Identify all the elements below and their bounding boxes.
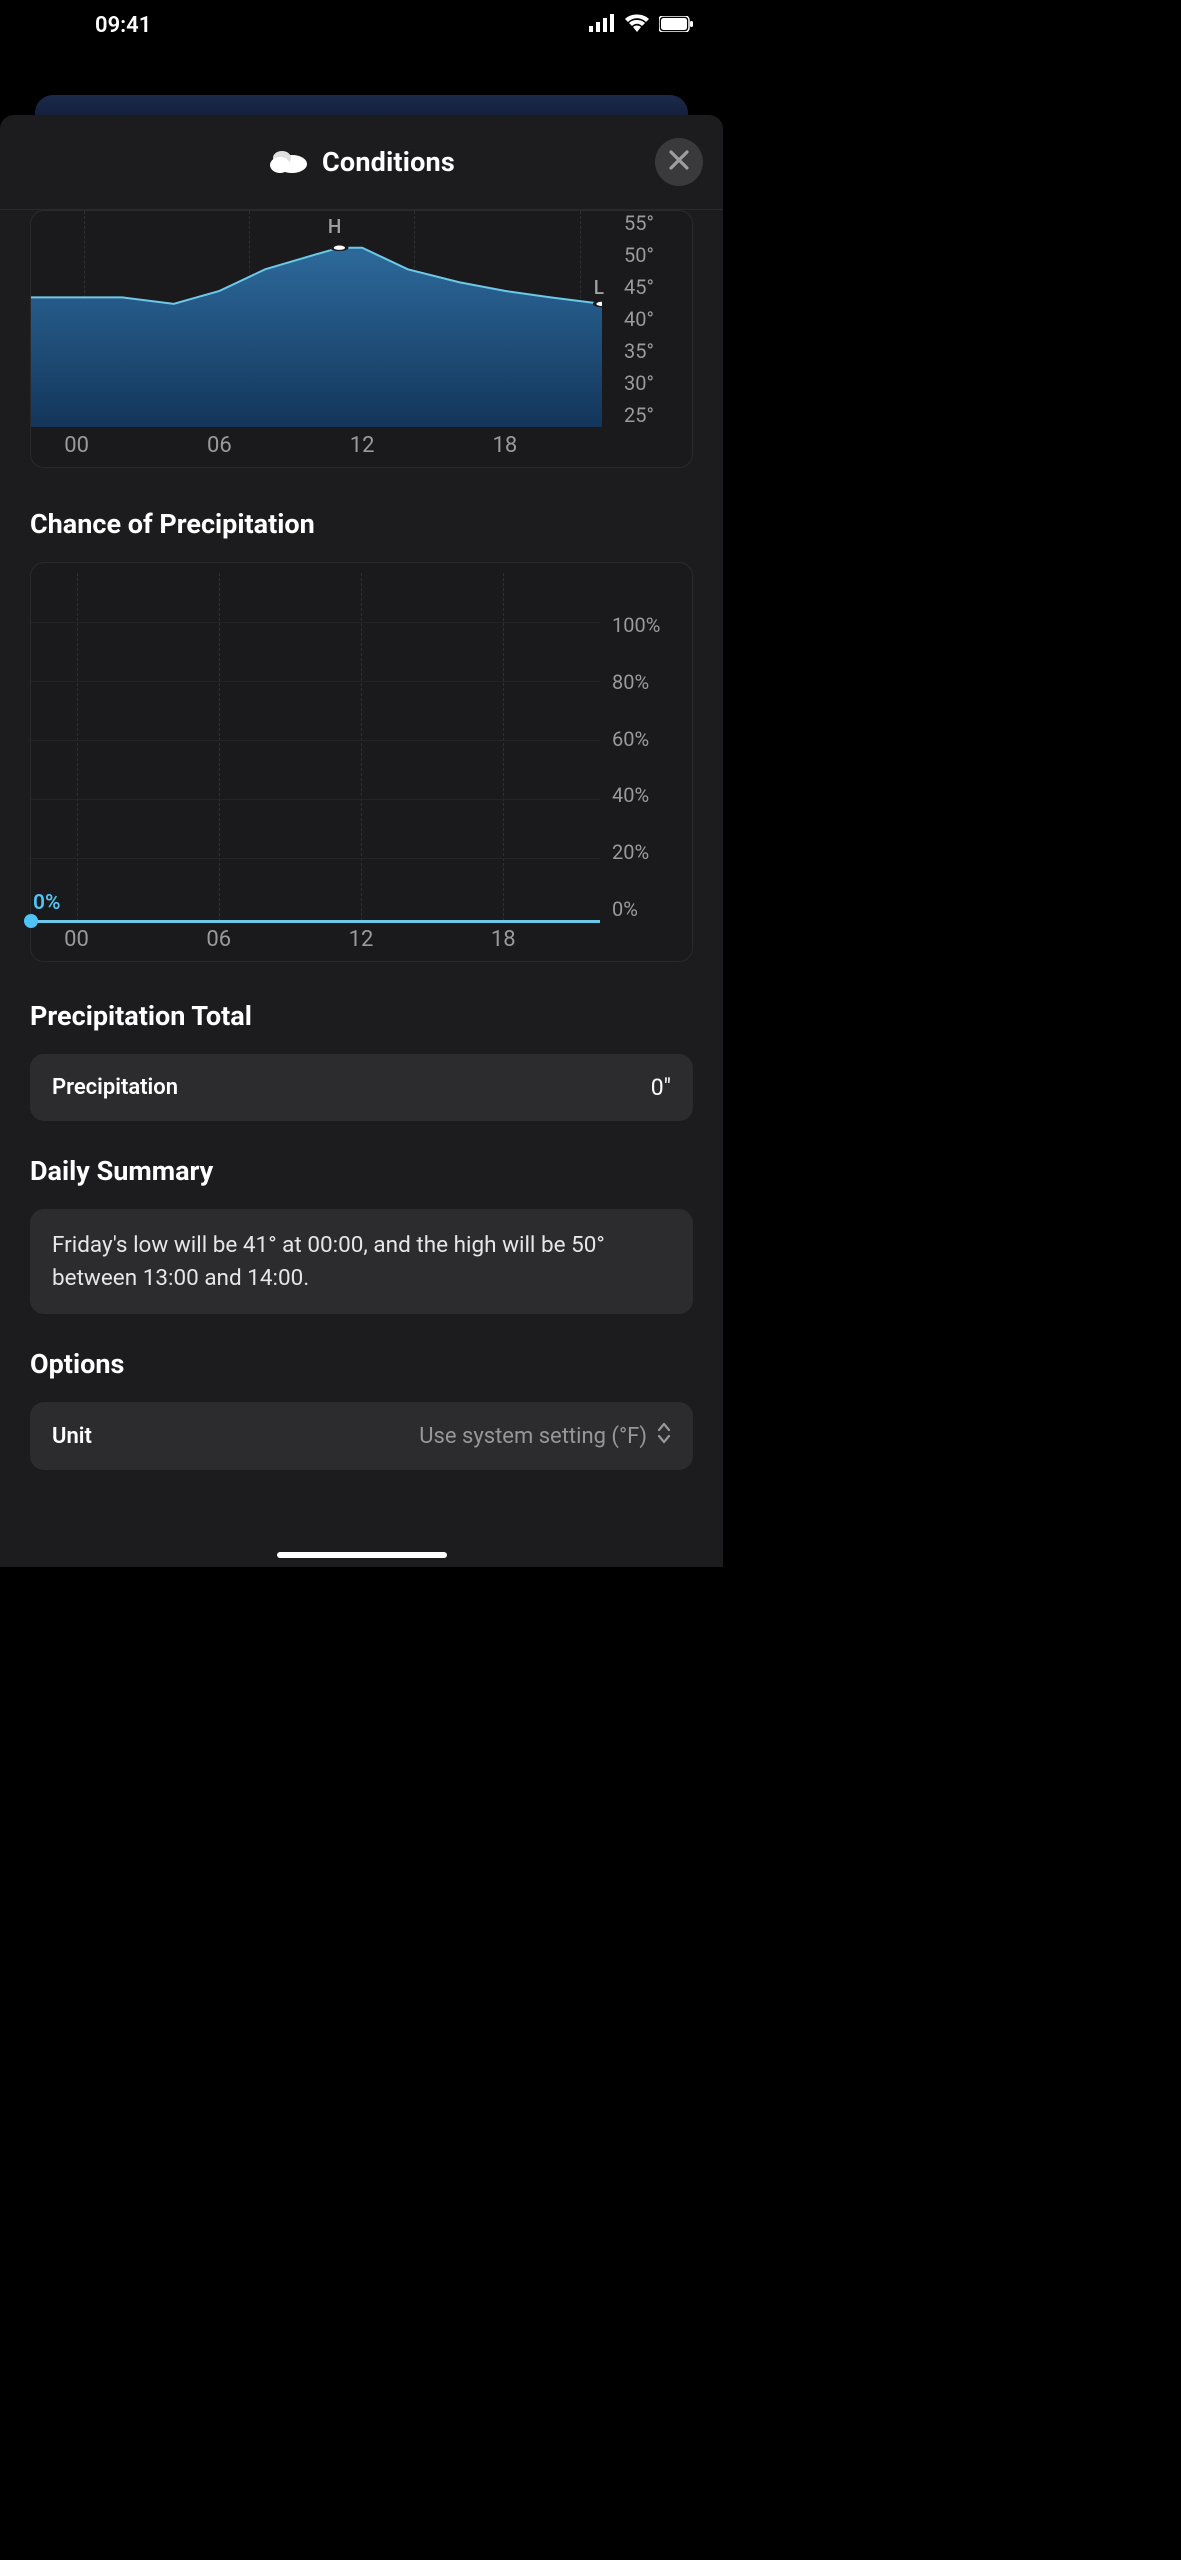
- precip-chance-chart[interactable]: 0% 100% 80% 60% 40% 20% 0% 00 06 12 18: [30, 562, 693, 962]
- status-indicators: [589, 13, 693, 38]
- temperature-x-axis: 00 06 12 18: [31, 433, 602, 463]
- axis-tick: 50°: [624, 243, 682, 267]
- axis-tick: 18: [493, 433, 518, 458]
- axis-tick: 80%: [612, 670, 682, 694]
- precip-chance-title: Chance of Precipitation: [30, 508, 693, 540]
- wifi-icon: [625, 13, 649, 38]
- axis-tick: 06: [207, 433, 232, 458]
- daily-summary-text: Friday's low will be 41° at 00:00, and t…: [52, 1229, 671, 1294]
- options-card: Unit Use system setting (°F): [30, 1402, 693, 1470]
- daily-summary-card: Friday's low will be 41° at 00:00, and t…: [30, 1209, 693, 1314]
- options-title: Options: [30, 1348, 693, 1380]
- axis-tick: 00: [64, 927, 89, 952]
- precip-total-card: Precipitation 0": [30, 1054, 693, 1121]
- axis-tick: 20%: [612, 840, 682, 864]
- cloud-icon: [268, 146, 308, 178]
- axis-tick: 0%: [612, 897, 682, 921]
- precip-point-label: 0%: [33, 891, 61, 915]
- precip-total-title: Precipitation Total: [30, 1000, 693, 1032]
- status-time: 09:41: [95, 13, 151, 38]
- axis-tick: 45°: [624, 275, 682, 299]
- unit-value-wrap: Use system setting (°F): [419, 1422, 671, 1450]
- precip-total-label: Precipitation: [52, 1075, 178, 1100]
- low-marker-label: L: [594, 276, 604, 299]
- close-icon: [669, 150, 689, 174]
- sheet-title-wrap: Conditions: [268, 146, 455, 178]
- axis-tick: 40%: [612, 783, 682, 807]
- axis-tick: 12: [350, 433, 375, 458]
- precip-y-axis: 100% 80% 60% 40% 20% 0%: [612, 613, 682, 921]
- precip-total-value: 0": [651, 1074, 671, 1101]
- chevron-up-down-icon: [657, 1422, 671, 1450]
- sheet-header: Conditions: [0, 115, 723, 210]
- axis-tick: 35°: [624, 339, 682, 363]
- sheet-title: Conditions: [322, 146, 455, 178]
- axis-tick: 06: [206, 927, 231, 952]
- axis-tick: 25°: [624, 403, 682, 427]
- temperature-plot: H L: [31, 211, 602, 427]
- axis-tick: 18: [491, 927, 516, 952]
- daily-summary-title: Daily Summary: [30, 1155, 693, 1187]
- precip-point: [24, 914, 38, 928]
- unit-value: Use system setting (°F): [419, 1424, 647, 1449]
- home-indicator[interactable]: [277, 1552, 447, 1558]
- axis-tick: 55°: [624, 211, 682, 235]
- precip-line: [31, 920, 600, 923]
- precip-plot: 0%: [31, 573, 600, 921]
- temperature-chart[interactable]: H L 55° 50° 45° 40° 35° 30° 25° 00 06 12…: [30, 210, 693, 468]
- axis-tick: 12: [349, 927, 374, 952]
- battery-icon: [659, 13, 693, 38]
- high-marker-label: H: [328, 215, 341, 238]
- precip-x-axis: 00 06 12 18: [31, 927, 600, 957]
- axis-tick: 40°: [624, 307, 682, 331]
- close-button[interactable]: [655, 138, 703, 186]
- temperature-y-axis: 55° 50° 45° 40° 35° 30° 25°: [624, 211, 682, 427]
- unit-label: Unit: [52, 1424, 92, 1449]
- status-bar: 09:41: [0, 0, 723, 50]
- cellular-icon: [589, 13, 615, 38]
- axis-tick: 60%: [612, 727, 682, 751]
- axis-tick: 100%: [612, 613, 682, 637]
- unit-row[interactable]: Unit Use system setting (°F): [52, 1422, 671, 1450]
- axis-tick: 00: [64, 433, 89, 458]
- conditions-sheet: Conditions: [0, 115, 723, 1567]
- precip-total-row: Precipitation 0": [52, 1074, 671, 1101]
- axis-tick: 30°: [624, 371, 682, 395]
